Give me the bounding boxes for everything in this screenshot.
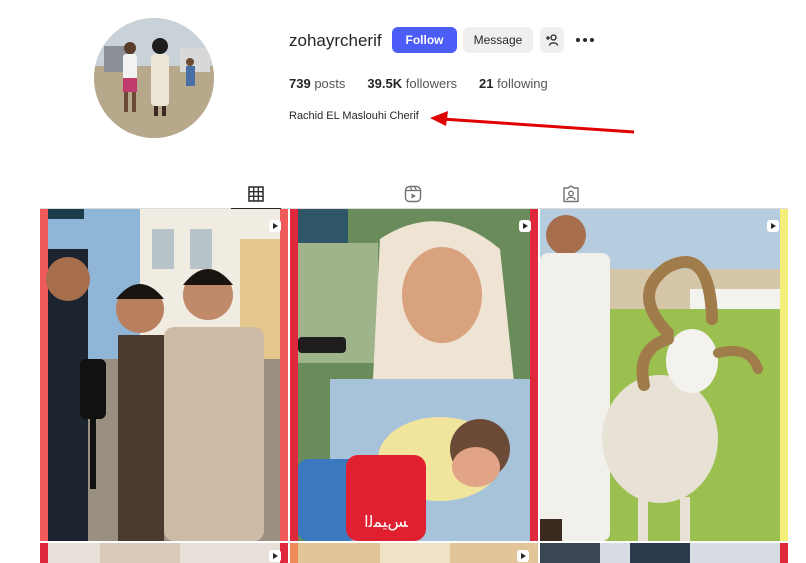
post-thumbnail-interview xyxy=(40,209,288,541)
grid-post-3[interactable] xyxy=(540,209,788,541)
reel-badge-icon xyxy=(767,220,779,232)
stat-followers-value: 39.5K xyxy=(367,76,403,91)
stat-following[interactable]: 21 following xyxy=(479,76,548,91)
profile-full-name: Rachid EL Maslouhi Cherif xyxy=(289,110,419,122)
annotation-arrow xyxy=(430,111,635,134)
grid-post-2[interactable]: ﺲﻴﻤﻟﺍ xyxy=(290,209,538,541)
reel-badge-icon xyxy=(517,550,529,562)
stat-followers[interactable]: 39.5K followers xyxy=(367,76,457,91)
profile-stats: 739 posts 39.5K followers 21 following xyxy=(289,76,570,91)
avatar-photo xyxy=(94,18,214,138)
post-thumbnail-5 xyxy=(290,543,538,563)
add-person-icon xyxy=(546,34,559,46)
stat-following-label: following xyxy=(497,76,548,91)
mic-logo-text: ﺲﻴﻤﻟﺍ xyxy=(364,512,408,532)
reel-badge-icon xyxy=(269,220,281,232)
grid-post-1[interactable] xyxy=(40,209,288,541)
post-thumbnail-6 xyxy=(540,543,788,563)
profile-username: zohayrcherif xyxy=(289,31,382,50)
post-thumbnail-ram xyxy=(540,209,788,541)
post-thumbnail-4 xyxy=(40,543,288,563)
grid-post-5[interactable] xyxy=(290,543,538,563)
reel-badge-icon xyxy=(519,220,531,232)
tab-tagged[interactable] xyxy=(546,180,596,208)
grid-icon xyxy=(248,186,264,202)
more-options-icon xyxy=(576,38,594,42)
follow-button[interactable]: Follow xyxy=(392,27,457,53)
grid-post-6[interactable] xyxy=(540,543,788,563)
tab-posts[interactable] xyxy=(231,180,281,209)
stat-posts-value: 739 xyxy=(289,76,311,91)
reel-badge-icon xyxy=(269,550,281,562)
more-options-button[interactable] xyxy=(570,27,600,53)
stat-followers-label: followers xyxy=(405,76,458,91)
reels-icon xyxy=(404,185,422,203)
suggested-accounts-button[interactable] xyxy=(540,27,564,53)
profile-page: zohayrcherif Follow Message 739 posts 39… xyxy=(0,0,806,563)
grid-post-4[interactable] xyxy=(40,543,288,563)
stat-posts: 739 posts xyxy=(289,76,345,91)
post-thumbnail-newborn: ﺲﻴﻤﻟﺍ xyxy=(290,209,538,541)
tab-reels[interactable] xyxy=(388,180,438,208)
stat-following-value: 21 xyxy=(479,76,494,91)
profile-avatar[interactable] xyxy=(94,18,214,138)
stat-posts-label: posts xyxy=(314,76,346,91)
tagged-icon xyxy=(563,185,579,203)
message-button[interactable]: Message xyxy=(463,27,533,53)
